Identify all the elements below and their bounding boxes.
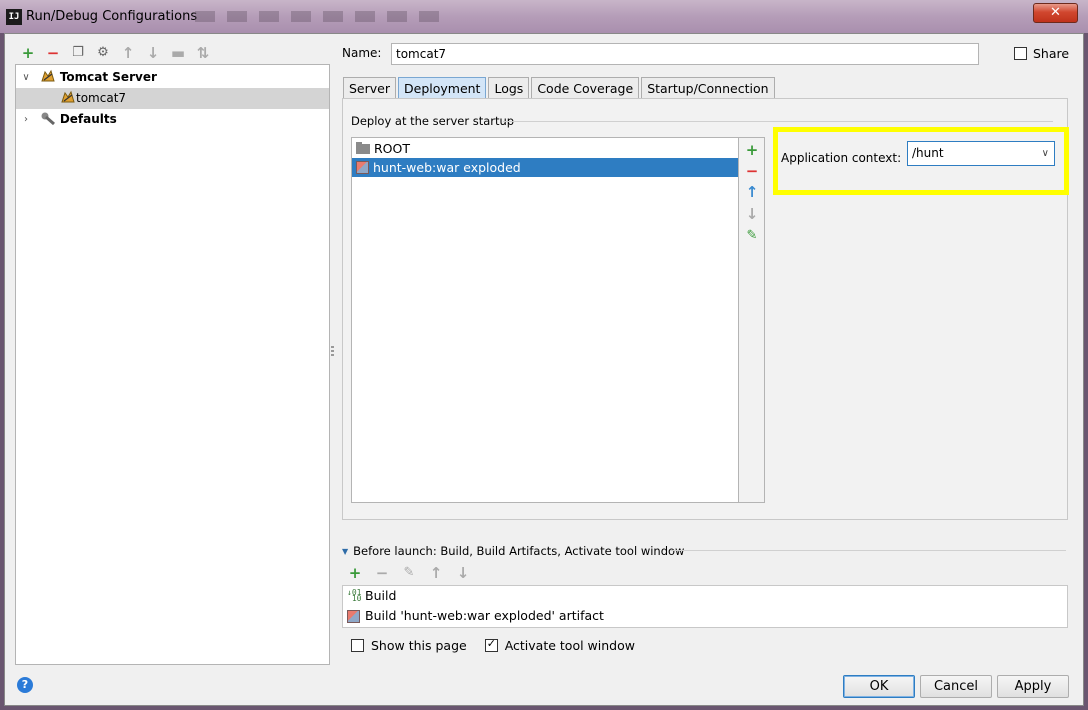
- tree-item-tomcat7[interactable]: tomcat7: [16, 88, 329, 109]
- war-artifact-icon: [356, 161, 369, 174]
- before-launch-title: Before launch: Build, Build Artifacts, A…: [353, 544, 685, 558]
- list-item-label: hunt-web:war exploded: [373, 160, 521, 175]
- list-item-root[interactable]: ROOT: [352, 139, 738, 158]
- apply-button[interactable]: Apply: [997, 675, 1069, 698]
- list-item-build-artifact[interactable]: Build 'hunt-web:war exploded' artifact: [347, 606, 604, 626]
- section-divider: [670, 550, 1066, 551]
- show-this-page-option[interactable]: Show this page: [351, 638, 467, 653]
- remove-icon[interactable]: −: [744, 163, 760, 179]
- move-down-icon[interactable]: ↓: [744, 206, 760, 222]
- add-icon[interactable]: +: [346, 564, 364, 582]
- move-down-icon[interactable]: ↓: [144, 44, 162, 62]
- tab-deployment[interactable]: Deployment: [398, 77, 487, 99]
- window-close-button[interactable]: ✕: [1033, 3, 1078, 23]
- list-item-label: ROOT: [374, 141, 410, 156]
- tomcat-icon: [61, 90, 75, 103]
- list-item-label: Build 'hunt-web:war exploded' artifact: [365, 608, 604, 623]
- expand-arrow-icon[interactable]: ∨: [20, 67, 32, 88]
- application-context-label: Application context:: [781, 151, 902, 165]
- sort-icon[interactable]: ⇅: [194, 44, 212, 62]
- section-divider: [503, 121, 1053, 122]
- config-toolbar: + − ❐ ⚙ ↑ ↓ ▬ ⇅: [19, 44, 212, 62]
- collapse-arrow-icon[interactable]: ›: [20, 109, 32, 130]
- remove-icon[interactable]: −: [44, 44, 62, 62]
- deploy-artifact-list[interactable]: ROOT hunt-web:war exploded: [351, 137, 739, 503]
- deploy-section-title: Deploy at the server startup: [351, 114, 515, 128]
- edit-pencil-icon[interactable]: ✎: [400, 564, 418, 582]
- show-this-page-checkbox[interactable]: [351, 639, 364, 652]
- before-launch-header[interactable]: ▼ Before launch: Build, Build Artifacts,…: [342, 544, 684, 558]
- show-this-page-label: Show this page: [371, 638, 467, 653]
- activate-tool-window-option[interactable]: Activate tool window: [484, 637, 635, 653]
- application-context-dropdown[interactable]: /hunt ∨: [907, 141, 1055, 166]
- launch-options: Show this page Activate tool window: [351, 637, 635, 653]
- activate-tool-window-label: Activate tool window: [504, 638, 635, 653]
- tree-item-label: Tomcat Server: [59, 70, 157, 84]
- collapse-triangle-icon[interactable]: ▼: [342, 547, 348, 556]
- tab-server[interactable]: Server: [343, 77, 396, 99]
- chevron-down-icon[interactable]: ∨: [1042, 142, 1049, 165]
- window-titlebar: IJ Run/Debug Configurations ✕: [0, 0, 1088, 33]
- deploy-list-toolbar: + − ↑ ↓ ✎: [739, 137, 765, 503]
- remove-icon[interactable]: −: [373, 564, 391, 582]
- move-down-icon[interactable]: ↓: [454, 564, 472, 582]
- add-icon[interactable]: +: [19, 44, 37, 62]
- background-window-menu-ghost: [195, 11, 440, 22]
- add-icon[interactable]: +: [744, 142, 760, 158]
- help-icon[interactable]: ?: [17, 677, 33, 693]
- list-item-hunt-web-war-exploded[interactable]: hunt-web:war exploded: [352, 158, 738, 177]
- splitter-handle[interactable]: [331, 346, 334, 358]
- build-icon: ↓01 10: [347, 587, 362, 603]
- tree-item-label: Defaults: [59, 112, 117, 126]
- move-up-icon[interactable]: ↑: [744, 184, 760, 200]
- share-label: Share: [1033, 46, 1070, 61]
- activate-tool-window-checkbox[interactable]: [484, 637, 498, 652]
- name-input[interactable]: tomcat7: [391, 43, 979, 65]
- dialog-client-area: + − ❐ ⚙ ↑ ↓ ▬ ⇅ ∨ Tomcat Server tomcat7 …: [4, 33, 1084, 706]
- edit-pencil-icon[interactable]: ✎: [744, 228, 760, 244]
- name-label: Name:: [342, 46, 382, 60]
- share-checkbox[interactable]: [1014, 47, 1027, 60]
- share-checkbox-group[interactable]: Share: [1014, 46, 1069, 61]
- folder-icon[interactable]: ▬: [169, 44, 187, 62]
- list-item-build[interactable]: ↓01 10 Build: [347, 586, 396, 606]
- tomcat-icon: [41, 69, 55, 82]
- ok-button[interactable]: OK: [843, 675, 915, 698]
- window-title: Run/Debug Configurations: [26, 9, 198, 24]
- application-context-value: /hunt: [912, 146, 944, 160]
- wrench-icon: [41, 112, 55, 125]
- config-tabs: Server Deployment Logs Code Coverage Sta…: [343, 77, 777, 99]
- tree-item-defaults[interactable]: › Defaults: [16, 109, 329, 130]
- configuration-tree: ∨ Tomcat Server tomcat7 › Defaults: [15, 64, 330, 665]
- tab-logs[interactable]: Logs: [488, 77, 530, 99]
- artifact-icon: [347, 609, 360, 623]
- folder-icon: [356, 142, 370, 154]
- before-launch-task-list[interactable]: ↓01 10 Build Build 'hunt-web:war explode…: [342, 585, 1068, 628]
- list-item-label: Build: [365, 588, 397, 603]
- move-up-icon[interactable]: ↑: [427, 564, 445, 582]
- tab-startup-connection[interactable]: Startup/Connection: [641, 77, 775, 99]
- before-launch-toolbar: + − ✎ ↑ ↓: [346, 564, 472, 582]
- tree-item-tomcat-server[interactable]: ∨ Tomcat Server: [16, 67, 329, 88]
- intellij-app-icon: IJ: [6, 9, 22, 25]
- tab-code-coverage[interactable]: Code Coverage: [531, 77, 640, 99]
- wrench-icon[interactable]: ⚙: [94, 44, 112, 62]
- move-up-icon[interactable]: ↑: [119, 44, 137, 62]
- deployment-panel: Deploy at the server startup ROOT hunt-w…: [342, 98, 1069, 520]
- tree-item-label: tomcat7: [76, 91, 127, 105]
- cancel-button[interactable]: Cancel: [920, 675, 992, 698]
- copy-icon[interactable]: ❐: [69, 44, 87, 62]
